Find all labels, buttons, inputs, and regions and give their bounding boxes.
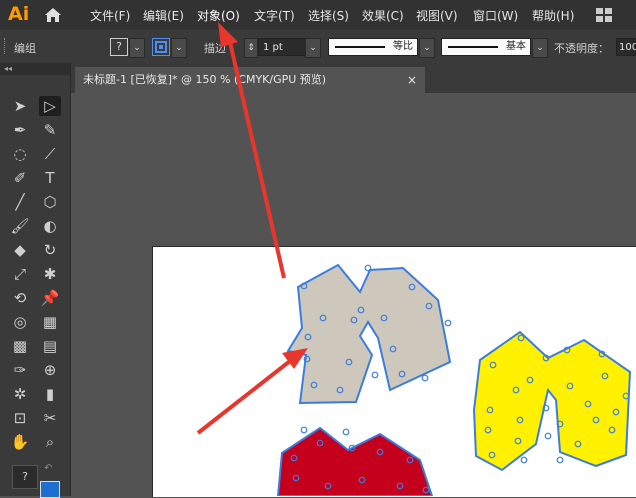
anchor-point[interactable]	[520, 456, 528, 464]
anchor-point[interactable]	[444, 319, 452, 327]
annotation-arrow-to-menu	[218, 22, 286, 279]
watermark-text: Bai 经验	[518, 474, 565, 488]
anchor-point[interactable]	[556, 456, 564, 464]
anchor-point[interactable]	[421, 374, 429, 382]
anchor-point[interactable]	[544, 432, 552, 440]
canvas-artwork	[196, 22, 632, 496]
anchor-point[interactable]	[371, 371, 379, 379]
anchor-point[interactable]	[364, 264, 372, 272]
yellow-shape[interactable]	[472, 330, 632, 472]
anchor-point[interactable]	[300, 426, 308, 434]
anchor-point[interactable]	[342, 428, 350, 436]
annotation-arrow-to-shape	[196, 348, 308, 435]
